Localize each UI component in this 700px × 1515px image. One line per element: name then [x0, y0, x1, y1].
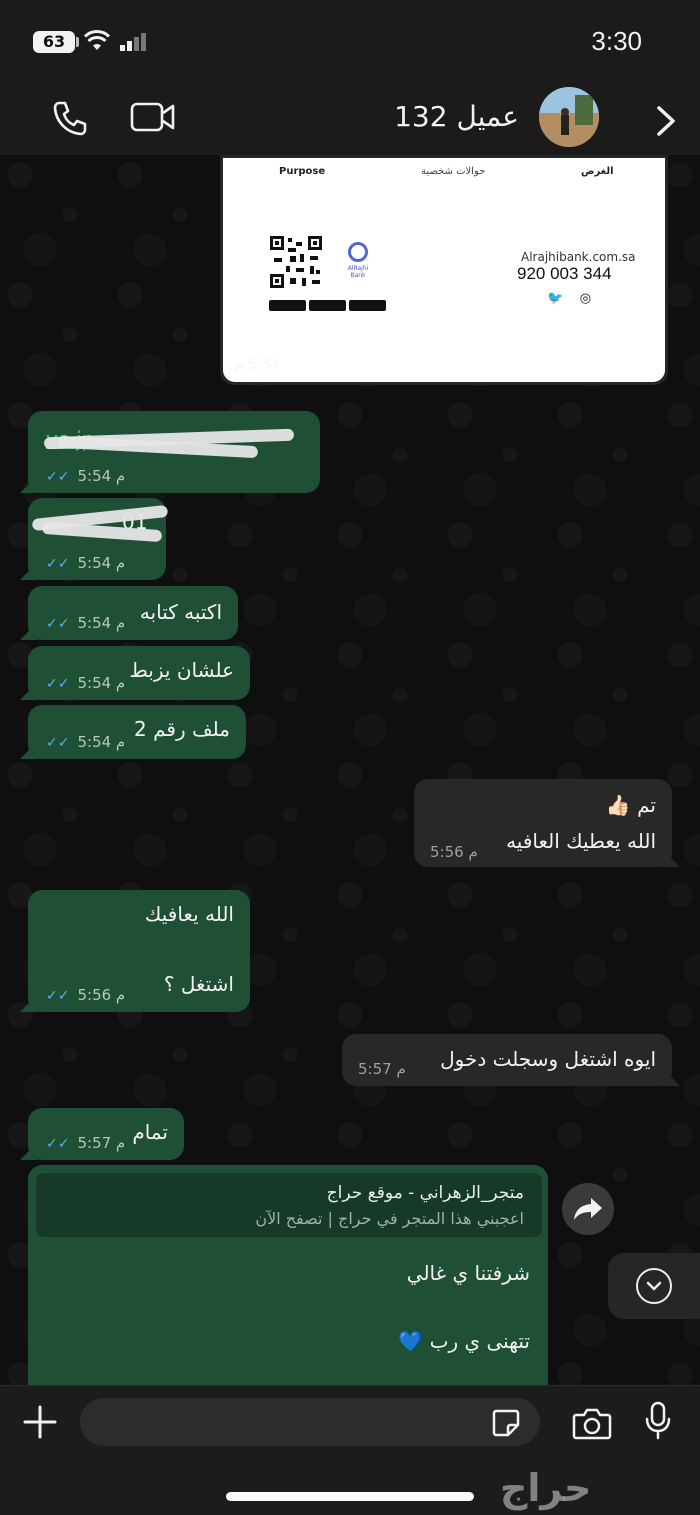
message-bubble-outgoing[interactable]: 01 ✓✓ 5:54 م [28, 498, 169, 580]
message-text-line2: تتهنى ي رب 💙 [398, 1329, 530, 1353]
message-time: 5:54 م [77, 554, 126, 572]
message-text: اكتبه كتابه [139, 600, 222, 624]
bank-name: AlRajhi Bank [347, 265, 369, 279]
status-bar: 63 3:30 [0, 0, 700, 84]
message-composer: حراج [0, 1385, 700, 1515]
message-bubble-outgoing[interactable]: متجر_الزهراني - موقع حراج اعجبني هذا الم… [28, 1165, 548, 1405]
sticker-icon[interactable] [490, 1407, 522, 1439]
message-meta: ✓✓ 5:54 م [46, 674, 125, 692]
avatar-photo [539, 87, 599, 147]
app-store-badge [269, 300, 306, 311]
chevron-down-icon [636, 1268, 672, 1304]
camera-icon[interactable] [572, 1406, 612, 1440]
microphone-icon[interactable] [644, 1401, 672, 1441]
message-time: 5:54 م [77, 614, 126, 632]
bank-logo: AlRajhi Bank [341, 242, 375, 279]
bank-phone: 920 003 344 [517, 264, 612, 283]
message-text-line1: الله يعافيك [144, 902, 234, 926]
forward-arrow-icon [574, 1198, 602, 1220]
chevron-right-icon[interactable] [652, 104, 680, 138]
purpose-label-en: Purpose [279, 166, 326, 177]
message-time: 5:56 م [77, 986, 126, 1004]
home-indicator [226, 1492, 474, 1501]
wifi-icon [84, 30, 110, 50]
message-bubble-incoming[interactable]: ايوه اشتغل وسجلت دخول 5:57 م [342, 1034, 672, 1086]
bank-transfer-image[interactable]: Purpose حوالات شخصية الغرض AlRajhi Bank … [223, 158, 665, 382]
message-time: 5:57 م [358, 1060, 406, 1078]
battery-indicator: 63 [33, 31, 75, 53]
message-bubble-outgoing[interactable]: الله يعافيك اشتغل ؟ ✓✓ 5:56 م [28, 890, 250, 1012]
double-check-icon: ✓✓ [46, 556, 76, 572]
message-input[interactable] [80, 1398, 540, 1446]
transfer-type: حوالات شخصية [421, 166, 486, 177]
link-preview[interactable]: متجر_الزهراني - موقع حراج اعجبني هذا الم… [36, 1173, 542, 1237]
message-meta: ✓✓ 5:57 م [46, 1134, 125, 1152]
message-text-line1: شرفتنا ي غالي [406, 1261, 530, 1285]
bank-website: Alrajhibank.com.sa [521, 250, 636, 264]
message-text-line2: اشتغل ؟ [163, 972, 234, 996]
message-bubble-incoming[interactable]: تم 👍🏻 الله يعطيك العافيه 5:56 م [414, 779, 672, 867]
message-meta: ✓✓ 5:56 م [46, 986, 125, 1004]
twitter-icon: 🐦 [547, 291, 564, 306]
double-check-icon: ✓✓ [46, 1136, 76, 1152]
double-check-icon: ✓✓ [46, 676, 76, 692]
whatsapp-icon: ◎ [579, 291, 592, 306]
message-bubble-outgoing[interactable]: تمام ✓✓ 5:57 م [28, 1108, 184, 1160]
contact-name[interactable]: عميل 132 [394, 100, 519, 133]
message-bubble-outgoing[interactable]: علشان يزبط ✓✓ 5:54 م [28, 646, 250, 700]
video-call-icon[interactable] [130, 100, 176, 134]
forward-button[interactable] [562, 1183, 614, 1235]
message-meta: ✓✓ 5:54 م [46, 733, 125, 751]
social-icons: 🐦 ◎ [547, 291, 591, 306]
message-time: 5:54 م [235, 357, 280, 373]
message-meta: ✓✓ 5:54 م [46, 467, 125, 485]
message-text-line2: الله يعطيك العافيه [506, 829, 656, 853]
cellular-signal-icon [120, 33, 146, 51]
battery-tip [76, 37, 79, 47]
phone-call-icon[interactable] [50, 98, 90, 138]
message-meta: ✓✓ 5:54 م [46, 554, 125, 572]
plus-icon[interactable] [22, 1404, 58, 1440]
double-check-icon: ✓✓ [46, 469, 76, 485]
purpose-label-ar: الغرض [581, 166, 614, 177]
image-message[interactable]: Purpose حوالات شخصية الغرض AlRajhi Bank … [220, 155, 668, 385]
app-store-badges [269, 296, 389, 315]
scroll-to-bottom-button[interactable] [608, 1253, 700, 1319]
message-time: 5:54 م [77, 674, 126, 692]
message-time: 5:54 م [77, 467, 126, 485]
link-preview-description: اعجبني هذا المتجر في حراج | تصفح الآن [255, 1209, 524, 1228]
contact-avatar[interactable] [539, 87, 599, 147]
message-text-line1: تم 👍🏻 [605, 793, 656, 817]
haraj-watermark: حراج [500, 1466, 592, 1510]
qr-code-icon [270, 236, 322, 288]
message-meta: ✓✓ 5:54 م [46, 614, 125, 632]
message-time: 5:54 م [77, 733, 126, 751]
message-bubble-outgoing[interactable]: اكتبه كتابه ✓✓ 5:54 م [28, 586, 238, 640]
message-text: ايوه اشتغل وسجلت دخول [440, 1047, 656, 1071]
link-preview-title: متجر_الزهراني - موقع حراج [326, 1183, 524, 1203]
double-check-icon: ✓✓ [46, 988, 76, 1004]
message-bubble-outgoing[interactable]: ملف رقم 2 ✓✓ 5:54 م [28, 705, 246, 759]
message-text: ملف رقم 2 [133, 717, 230, 741]
message-time: 5:57 م [77, 1134, 126, 1152]
app-gallery-badge [349, 300, 386, 311]
double-check-icon: ✓✓ [46, 616, 76, 632]
double-check-icon: ✓✓ [46, 735, 76, 751]
message-time: 5:56 م [430, 843, 478, 861]
message-text: علشان يزبط [129, 658, 234, 682]
message-text: تمام [132, 1120, 168, 1144]
message-bubble-outgoing[interactable]: vo.jp ✓✓5:54 م [28, 411, 320, 493]
google-play-badge [309, 300, 346, 311]
status-time: 3:30 [591, 26, 642, 56]
chat-header: عميل 132 [0, 84, 700, 156]
